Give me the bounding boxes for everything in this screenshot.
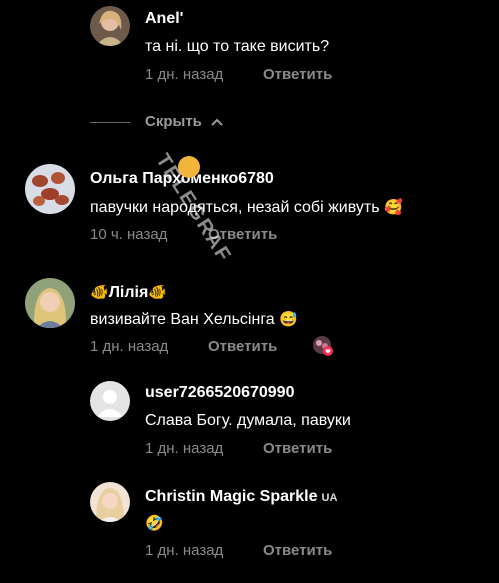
country-badge: UA <box>321 492 338 504</box>
comment-author[interactable]: Christin Magic Sparkle UA <box>145 488 337 506</box>
reply-button[interactable]: Ответить <box>263 542 332 559</box>
reply-button[interactable]: Ответить <box>263 440 332 457</box>
fish-emoji: 🐠 <box>148 284 167 301</box>
default-user-icon <box>90 381 130 421</box>
liked-by-creator-icon <box>313 336 333 356</box>
hide-divider <box>90 122 130 123</box>
avatar-liliia[interactable] <box>25 278 75 328</box>
emoji-rofl: 🤣 <box>145 515 164 532</box>
author-name: Christin Magic Sparkle <box>145 488 318 505</box>
reply-button[interactable]: Ответить <box>208 338 277 355</box>
fish-emoji: 🐠 <box>90 284 109 301</box>
hide-label: Скрыть <box>145 113 202 130</box>
comment-author[interactable]: user7266520670990 <box>145 384 294 402</box>
comment-time: 1 дн. назад <box>90 338 169 355</box>
avatar-photo <box>90 482 130 522</box>
comment-time: 1 дн. назад <box>145 66 224 83</box>
comment-author[interactable]: Anel' <box>145 10 183 28</box>
emoji-smiling-hearts: 🥰 <box>383 199 403 216</box>
avatar-photo <box>25 164 75 214</box>
comment-time: 10 ч. назад <box>90 226 168 243</box>
comment-text: Слава Богу. думала, павуки <box>145 412 351 429</box>
comment-text-body: павучки народяться, незай собі живуть <box>90 199 380 216</box>
comment-text: павучки народяться, незай собі живуть 🥰 <box>90 198 403 217</box>
comment-time: 1 дн. назад <box>145 440 224 457</box>
comment-text: 🤣 <box>145 514 164 533</box>
author-name: Лілія <box>108 284 149 301</box>
comment-time: 1 дн. назад <box>145 542 224 559</box>
comment-text: визивайте Ван Хельсінга 😅 <box>90 310 298 329</box>
avatar-photo <box>25 278 75 328</box>
avatar-anel[interactable] <box>90 6 130 46</box>
avatar-default[interactable] <box>90 381 130 421</box>
chevron-up-icon <box>211 118 223 126</box>
hide-replies-button[interactable]: Скрыть <box>145 113 224 130</box>
avatar-photo <box>90 6 130 46</box>
emoji-sweat-smile: 😅 <box>279 311 298 328</box>
comment-author[interactable]: 🐠Лілія🐠 <box>90 283 167 302</box>
comment-text-body: визивайте Ван Хельсінга <box>90 311 275 328</box>
avatar-christin[interactable] <box>90 482 130 522</box>
creator-liked-avatar <box>312 335 334 357</box>
avatar-olga[interactable] <box>25 164 75 214</box>
comment-text: та ні. що то таке висить? <box>145 38 330 55</box>
reply-button[interactable]: Ответить <box>263 66 332 83</box>
